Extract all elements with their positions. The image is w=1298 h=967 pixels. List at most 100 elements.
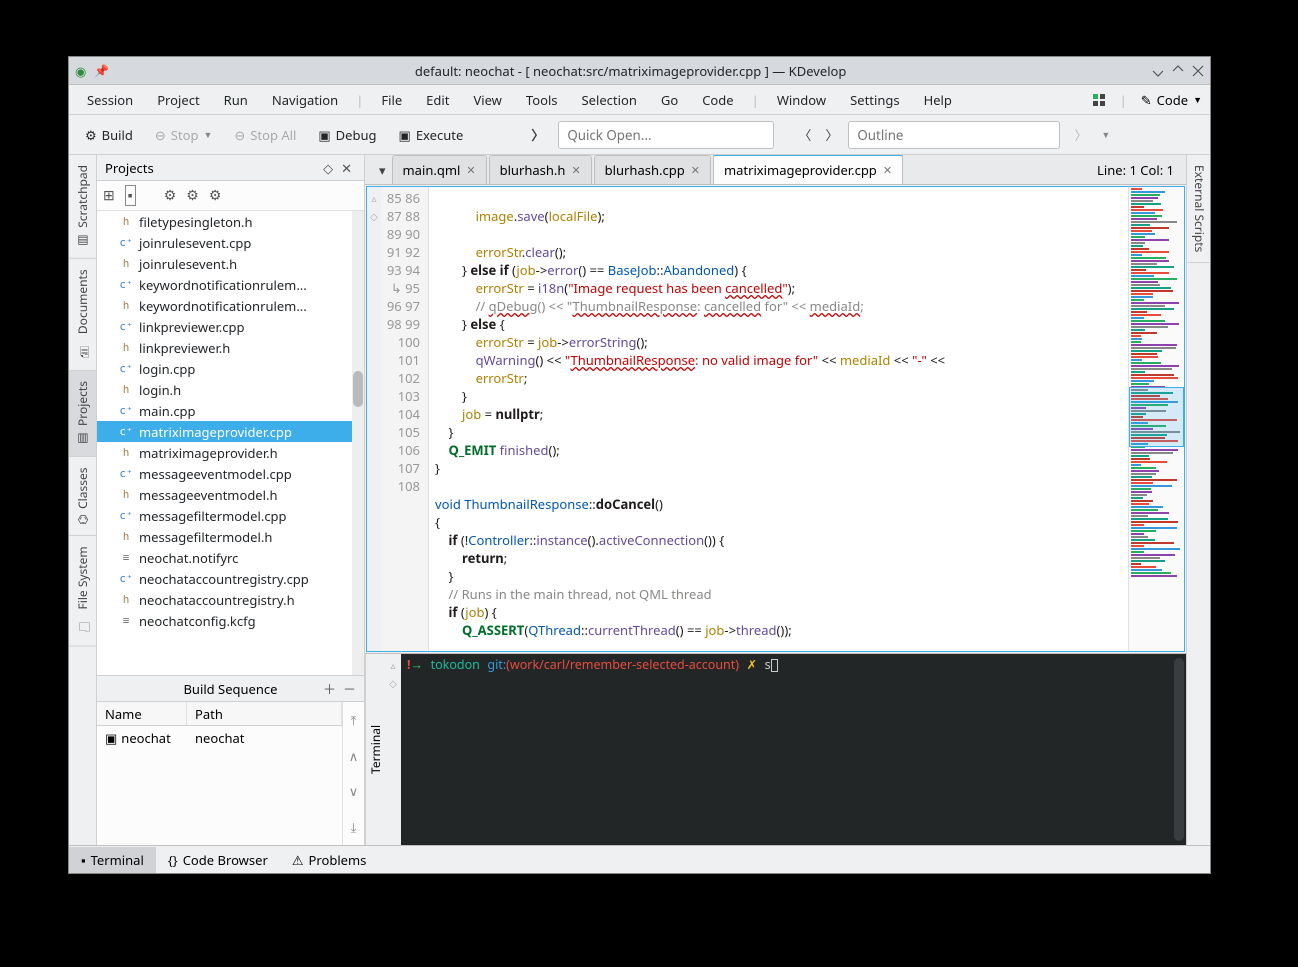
terminal-tab[interactable]: Terminal [365,654,385,845]
file-item[interactable]: ≡neochatconfig.kcfg [97,610,364,631]
detach-icon[interactable]: ◇ [319,159,337,177]
debug-button[interactable]: ▣Debug [310,122,384,148]
move-top-icon[interactable]: ⤒ [343,702,364,738]
focus-icon[interactable]: ▪ [125,185,136,206]
chevron-down-icon[interactable]: ▼ [1101,128,1110,141]
file-item[interactable]: c⁺joinrulesevent.cpp [97,232,364,253]
file-item[interactable]: hlogin.h [97,379,364,400]
status-problems[interactable]: ⚠Problems [280,847,379,873]
execute-button[interactable]: ▣Execute [391,122,472,148]
rail-documents[interactable]: 🗎Documents [69,259,96,371]
file-item[interactable]: c⁺messagefiltermodel.cpp [97,505,364,526]
menu-go[interactable]: Go [651,87,688,113]
rail-classes[interactable]: ⌬Classes [69,457,96,536]
file-item[interactable]: hkeywordnotificationrulem... [97,295,364,316]
file-item[interactable]: hmessagefiltermodel.h [97,526,364,547]
close-tab-icon[interactable]: ✕ [883,163,892,178]
add-icon[interactable]: ＋ [323,679,336,698]
close-panel-icon[interactable]: ✕ [337,159,356,177]
rail-filesystem[interactable]: 🗀File System [69,536,96,646]
scrollbar-thumb[interactable] [353,371,363,407]
move-bottom-icon[interactable]: ⤓ [343,809,364,845]
file-item[interactable]: c⁺matriximageprovider.cpp [97,421,364,442]
status-code-browser[interactable]: {}Code Browser [156,847,280,873]
stop-button[interactable]: ⊖Stop▼ [147,122,221,148]
col-path[interactable]: Path [187,702,342,725]
menu-project[interactable]: Project [147,87,209,113]
menu-help[interactable]: Help [914,87,962,113]
file-item[interactable]: hlinkpreviewer.h [97,337,364,358]
tab-history-icon[interactable]: ▾ [373,161,392,179]
scrollbar[interactable] [1174,658,1184,841]
file-item[interactable]: c⁺main.cpp [97,400,364,421]
outline-next-icon[interactable]: 〉 [821,125,842,144]
close-tab-icon[interactable]: ✕ [571,163,580,178]
minimap-viewport[interactable] [1129,387,1184,447]
tab-main-qml[interactable]: main.qml✕ [392,155,487,184]
editor-mark-strip[interactable]: ▵◇ [367,187,381,651]
build-seq-row[interactable]: ▣neochat neochat [97,726,342,750]
tree-icon[interactable]: ⊞ [103,186,115,205]
menu-run[interactable]: Run [214,87,258,113]
play-icon: ▣ [399,126,411,144]
move-down-icon[interactable]: ∨ [343,774,364,810]
file-item[interactable]: c⁺messageeventmodel.cpp [97,463,364,484]
close-tab-icon[interactable]: ✕ [691,163,700,178]
gear-icon[interactable]: ⚙ [186,186,199,205]
file-tree[interactable]: hfiletypesingleton.hc⁺joinrulesevent.cpp… [97,211,364,675]
menu-file[interactable]: File [371,87,412,113]
file-item[interactable]: hfiletypesingleton.h [97,211,364,232]
menu-edit[interactable]: Edit [416,87,459,113]
tab-matriximageprovider[interactable]: matriximageprovider.cpp✕ [713,155,903,184]
close-tab-icon[interactable]: ✕ [466,163,475,178]
nav-forward-icon[interactable]: 〉 [523,125,552,144]
build-button[interactable]: ⚙Build [77,122,141,148]
menu-code[interactable]: Code [692,87,743,113]
pin-icon[interactable]: 📌 [94,62,109,79]
file-item[interactable]: hjoinrulesevent.h [97,253,364,274]
status-terminal[interactable]: ▪Terminal [69,847,156,873]
menu-selection[interactable]: Selection [572,87,647,113]
nav-end-icon[interactable]: 〉 [1066,125,1095,144]
quick-open-input[interactable] [558,121,774,149]
menu-session[interactable]: Session [77,87,143,113]
code-area-button[interactable]: ✎ Code ▼ [1141,91,1202,109]
outline-input[interactable] [848,121,1060,149]
gear-icon[interactable]: ⚙ [209,186,222,205]
terminal-mark-strip[interactable]: ▵◇ [385,654,401,845]
file-item[interactable]: hmessageeventmodel.h [97,484,364,505]
file-item[interactable]: c⁺linkpreviewer.cpp [97,316,364,337]
file-item[interactable]: ≡neochat.notifyrc [97,547,364,568]
scrollbar[interactable] [352,211,364,675]
rail-scratchpad[interactable]: ▤Scratchpad [69,155,96,259]
file-item[interactable]: c⁺neochataccountregistry.cpp [97,568,364,589]
stop-all-button[interactable]: ⊖Stop All [226,122,304,148]
outline-prev-icon[interactable]: 〈 [794,125,815,144]
minimize-button[interactable] [1152,65,1164,77]
terminal[interactable]: !→ tokodon git:(work/carl/remember-selec… [401,654,1186,845]
minimap[interactable] [1128,187,1184,651]
file-item[interactable]: c⁺keywordnotificationrulem... [97,274,364,295]
remove-icon[interactable]: － [343,679,356,698]
menu-tools[interactable]: Tools [516,87,568,113]
rail-external-scripts[interactable]: External Scripts [1187,155,1210,263]
file-item[interactable]: hneochataccountregistry.h [97,589,364,610]
close-button[interactable] [1192,65,1204,77]
editor[interactable]: ▵◇ 85 86 87 88 89 90 91 92 93 94 ↳ 95 96… [366,186,1185,652]
menu-navigation[interactable]: Navigation [262,87,348,113]
rail-projects[interactable]: ▥Projects [69,371,96,457]
tab-blurhash-cpp[interactable]: blurhash.cpp✕ [594,155,711,184]
move-up-icon[interactable]: ∧ [343,738,364,774]
file-item[interactable]: hmatriximageprovider.h [97,442,364,463]
gear-icon[interactable]: ⚙ [164,186,177,205]
tab-blurhash-h[interactable]: blurhash.h✕ [489,155,592,184]
code-area[interactable]: image.save(localFile); errorStr.clear();… [429,187,1128,651]
menu-view[interactable]: View [463,87,511,113]
menu-window[interactable]: Window [767,87,836,113]
menu-settings[interactable]: Settings [840,87,909,113]
file-icon: c⁺ [119,278,133,291]
maximize-button[interactable] [1172,65,1184,77]
apps-icon[interactable] [1092,93,1106,107]
file-item[interactable]: c⁺login.cpp [97,358,364,379]
col-name[interactable]: Name [97,702,187,725]
